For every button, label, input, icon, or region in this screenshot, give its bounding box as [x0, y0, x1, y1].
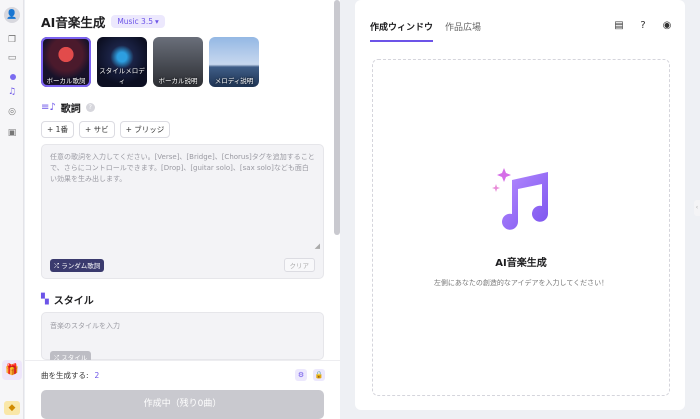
output-dropzone: AI音楽生成 左側にあなたの創造的なアイデアを入力してください！: [372, 59, 670, 396]
copy-icon[interactable]: ❐: [6, 34, 18, 46]
resize-grip-icon[interactable]: ◢: [315, 242, 320, 250]
empty-title: AI音楽生成: [495, 258, 547, 269]
mode-card-vocal-description[interactable]: ボーカル説明: [153, 37, 203, 87]
disc-icon[interactable]: ◎: [6, 106, 18, 118]
output-tabs: 作成ウィンドウ 作品広場: [370, 20, 481, 42]
title-row: AI音楽生成 Music 3.5 ▾: [41, 12, 165, 31]
lyrics-textarea[interactable]: 任意の歌詞を入力してください。[Verse]、[Bridge]、[Chorus]…: [41, 144, 324, 279]
chip-bridge[interactable]: + ブリッジ: [119, 121, 171, 138]
chip-chorus[interactable]: + サビ: [78, 121, 115, 138]
header-icons: ▤ ? ◉: [613, 20, 673, 32]
lyrics-icon: ≡♪: [41, 102, 56, 113]
version-label: Music 3.5: [117, 17, 153, 26]
style-grid-icon: ▚: [41, 294, 49, 305]
help-icon[interactable]: ?: [637, 20, 649, 32]
random-lyrics-label: ランダム歌詞: [61, 262, 101, 270]
panel-scrollbar[interactable]: [334, 0, 340, 235]
song-count-value[interactable]: 2: [95, 371, 100, 380]
music-icon[interactable]: ♫: [6, 86, 18, 98]
empty-subtitle: 左側にあなたの創造的なアイデアを入力してください！: [433, 279, 609, 287]
tab-gallery[interactable]: 作品広場: [445, 20, 481, 42]
output-panel: 作成ウィンドウ 作品広場 ▤ ? ◉ AI音楽生成 左側にあなたの創造的なアイデ…: [355, 0, 685, 410]
random-lyrics-button[interactable]: ⤮ ランダム歌詞: [50, 259, 105, 272]
style-placeholder: 音楽のスタイルを入力: [50, 322, 120, 330]
user-icon[interactable]: 👤: [4, 7, 20, 23]
mode-card-label: ボーカル歌詞: [46, 77, 86, 85]
box-icon[interactable]: ▣: [6, 127, 18, 139]
collapse-handle[interactable]: ‹: [694, 200, 700, 216]
lyrics-section-header: ≡♪ 歌詞 ?: [41, 100, 95, 115]
clear-button[interactable]: クリア: [283, 258, 315, 272]
song-count-label: 曲を生成する:: [41, 371, 89, 380]
tab-create-window[interactable]: 作成ウィンドウ: [370, 20, 434, 42]
create-button[interactable]: 作成中（残り0曲）: [41, 390, 324, 419]
mode-card-melody-description[interactable]: メロディ説明: [209, 37, 259, 87]
folder-icon[interactable]: ▭: [6, 52, 18, 64]
lyrics-section-label: 歌詞: [60, 104, 81, 115]
discord-icon[interactable]: ◉: [661, 20, 673, 32]
generate-footer: 曲を生成する: 2 ⚙ 🔒 作成中（残り0曲）: [25, 360, 340, 419]
lyrics-tag-chips: + 1番 + サビ + ブリッジ: [41, 121, 171, 138]
settings-icon[interactable]: ⚙: [295, 369, 307, 381]
lyrics-placeholder: 任意の歌詞を入力してください。[Verse]、[Bridge]、[Chorus]…: [50, 153, 315, 183]
composer-panel: AI音楽生成 Music 3.5 ▾ ボーカル歌詞 スタイルメロディ ボーカル説…: [25, 0, 340, 419]
gift-icon[interactable]: 🎁: [2, 360, 22, 380]
empty-state: AI音楽生成 左側にあなたの創造的なアイデアを入力してください！: [373, 166, 669, 288]
app-title: AI音楽生成: [41, 15, 106, 30]
music-note-icon: [490, 166, 552, 232]
help-icon[interactable]: ?: [85, 103, 95, 112]
lock-icon[interactable]: 🔒: [313, 369, 325, 381]
active-indicator-dot: [10, 74, 16, 80]
mode-cards: ボーカル歌詞 スタイルメロディ ボーカル説明 メロディ説明: [41, 37, 259, 87]
chip-verse[interactable]: + 1番: [41, 121, 74, 138]
mode-card-style-melody[interactable]: スタイルメロディ: [97, 37, 147, 87]
mode-card-label: スタイルメロディ: [99, 67, 145, 85]
style-section-label: スタイル: [53, 296, 94, 307]
left-rail: 👤 ❐ ▭ ♫ ◎ ▣ 🎁 ◆: [0, 0, 24, 419]
mode-card-label: メロディ説明: [214, 77, 254, 85]
history-icon[interactable]: ▤: [613, 20, 625, 32]
chevron-down-icon: ▾: [154, 17, 159, 26]
style-input[interactable]: 音楽のスタイルを入力 ⤮ スタイル: [41, 312, 324, 364]
song-count-row: 曲を生成する: 2: [41, 370, 99, 381]
style-section-header: ▚ スタイル: [41, 292, 94, 307]
mode-card-label: ボーカル説明: [158, 77, 198, 85]
version-select[interactable]: Music 3.5 ▾: [111, 15, 165, 28]
gem-icon[interactable]: ◆: [4, 401, 20, 415]
mode-card-vocal-lyrics[interactable]: ボーカル歌詞: [41, 37, 91, 87]
